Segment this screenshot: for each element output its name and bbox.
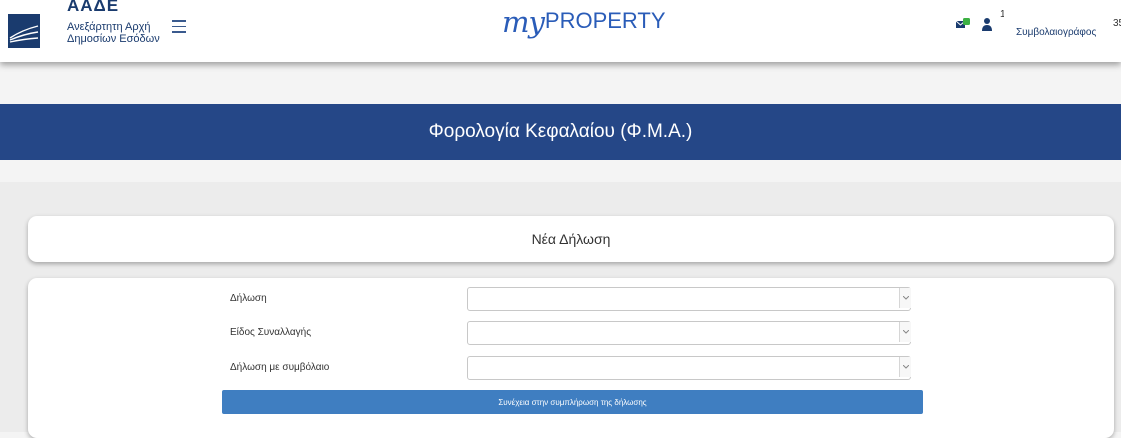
hamburger-menu-icon[interactable] xyxy=(172,20,186,34)
transaction-type-select[interactable] xyxy=(467,321,911,345)
card-title: Νέα Δήλωση xyxy=(531,231,611,247)
transaction-type-label: Είδος Συναλλαγής xyxy=(230,327,312,338)
user-icon[interactable] xyxy=(982,17,992,32)
declaration-label: Δήλωση xyxy=(230,293,267,304)
contract-declaration-label: Δήλωση με συμβόλαιο xyxy=(230,362,330,373)
mail-icon[interactable] xyxy=(956,18,970,30)
contract-declaration-select[interactable] xyxy=(467,356,911,380)
top-header: ΑΑΔΕ Ανεξάρτητη Αρχή Δημοσίων Εσόδων my … xyxy=(0,0,1121,62)
app-logo-my: my xyxy=(502,5,545,39)
continue-button[interactable]: Συνέχεια στην συμπλήρωση της δήλωσης xyxy=(222,390,923,414)
header-number: 35 xyxy=(1113,18,1121,29)
chevron-down-icon[interactable] xyxy=(899,288,911,308)
chevron-down-icon[interactable] xyxy=(899,322,911,342)
aade-logo-icon[interactable] xyxy=(8,14,40,48)
user-role: Συμβολαιογράφος xyxy=(1016,27,1097,38)
app-logo[interactable]: my PROPERTY xyxy=(502,6,666,46)
app-logo-property: PROPERTY xyxy=(544,8,666,33)
chevron-down-icon[interactable] xyxy=(899,357,911,377)
org-abbreviation: ΑΑΔΕ xyxy=(67,0,120,15)
org-name-line1: Ανεξάρτητη Αρχή xyxy=(67,21,151,33)
declaration-select[interactable] xyxy=(467,287,911,311)
page-title: Φορολογία Κεφαλαίου (Φ.Μ.Α.) xyxy=(428,121,693,142)
org-name-line2: Δημοσίων Εσόδων xyxy=(67,33,160,45)
user-name-field xyxy=(1004,13,1090,23)
declaration-header-card: Νέα Δήλωση xyxy=(28,216,1114,262)
page-title-band: Φορολογία Κεφαλαίου (Φ.Μ.Α.) xyxy=(0,104,1121,160)
